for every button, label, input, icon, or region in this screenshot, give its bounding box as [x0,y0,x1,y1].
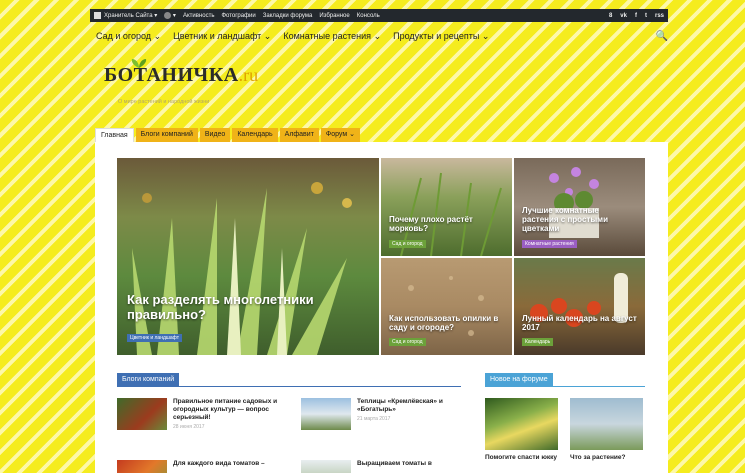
twitter-icon[interactable]: t [645,13,647,19]
post-thumbnail [301,460,351,473]
site-logo[interactable]: БОТАНИЧКА.ru [104,59,259,87]
forum-section-divider [485,386,645,387]
admin-activity-link[interactable]: Активность [183,13,215,19]
forum-topic[interactable]: Помогите спасти юкку [485,398,560,461]
post-title[interactable]: Правильное питание садовых и огородных к… [173,398,292,422]
vk-icon[interactable]: vk [620,13,627,19]
category-badge[interactable]: Комнатные растения [522,240,577,248]
admin-bar: Хранитель Сайта ▾ ▾ Активность Фотографи… [90,9,668,22]
blogs-section-header[interactable]: Блоги компаний [117,373,180,387]
featured-tile-main[interactable]: Как разделять многолетники правильно? Цв… [117,158,379,355]
category-badge[interactable]: Сад и огород [389,240,426,248]
rss-icon[interactable]: rss [655,13,664,19]
menu-item-recipes[interactable]: Продукты и рецепты ⌄ [393,31,489,42]
admin-favorites-link[interactable]: Избранное [319,13,349,19]
featured-title-main: Как разделять многолетники правильно? [127,292,314,322]
social-links: 8 vk f t rss [609,13,664,19]
admin-forum-bookmarks-link[interactable]: Закладки форума [263,13,313,19]
chevron-down-icon: ⌄ [153,30,162,41]
forum-topic[interactable]: Что за растение? [570,398,645,461]
featured-title-houseplants: Лучшие комнатные растения с простыми цве… [522,206,608,233]
post-date: 21 марта 2017 [357,416,391,422]
post-title[interactable]: Для каждого вида томатов – [173,460,265,468]
site-tagline: О мире растений и народной жизни [118,99,210,105]
featured-title-sawdust: Как использовать опилки в саду и огороде… [389,314,499,332]
forum-section-header[interactable]: Новое на форуме [485,373,553,387]
tab-calendar[interactable]: Календарь [232,128,278,142]
logo-text: БОТАНИЧКА [104,64,239,86]
chevron-down-icon: ⌄ [373,30,382,41]
menu-item-houseplants[interactable]: Комнатные растения ⌄ [283,31,381,42]
tab-video[interactable]: Видео [199,128,231,142]
topic-title: Помогите спасти юкку [485,454,557,461]
admin-console-link[interactable]: Консоль [357,13,380,19]
user-avatar-icon [164,11,172,19]
featured-title-carrot: Почему плохо растёт морковь? [389,215,473,233]
category-badge[interactable]: Сад и огород [389,338,426,346]
category-badge[interactable]: Календарь [522,338,554,346]
chevron-down-icon: ⌄ [349,131,355,138]
featured-tile-carrot[interactable]: Почему плохо растёт морковь? Сад и огоро… [381,158,512,256]
blogs-section-divider [117,386,461,387]
post-title[interactable]: Теплицы «Кремлёвская» и «Богатырь» [357,398,461,414]
blog-post[interactable]: Для каждого вида томатов – [117,460,292,473]
odnoklassniki-icon[interactable]: 8 [609,13,612,19]
post-title[interactable]: Выращиваем томаты в [357,460,432,468]
facebook-icon[interactable]: f [635,13,637,19]
post-thumbnail [117,398,167,430]
blog-post[interactable]: Выращиваем томаты в [301,460,461,473]
blog-post[interactable]: Правильное питание садовых и огородных к… [117,398,292,430]
post-thumbnail [117,460,167,473]
leaf-icon [131,59,147,68]
menu-item-flowers[interactable]: Цветник и ландшафт ⌄ [173,31,271,42]
logo-suffix: .ru [238,65,259,85]
topic-thumbnail [570,398,643,450]
main-menu: Сад и огород ⌄ Цветник и ландшафт ⌄ Комн… [96,28,668,44]
tab-alphabet[interactable]: Алфавит [279,128,319,142]
chevron-down-icon: ⌄ [481,30,490,41]
post-date: 28 июня 2017 [173,424,205,430]
section-tabs: Главная Блоги компаний Видео Календарь А… [95,128,360,142]
post-thumbnail [301,398,351,430]
tab-company-blogs[interactable]: Блоги компаний [135,128,198,142]
chevron-down-icon: ⌄ [263,30,272,41]
featured-tile-calendar[interactable]: Лунный календарь на август 2017 Календар… [514,258,645,355]
admin-site-link[interactable]: Хранитель Сайта ▾ [94,11,157,19]
blog-post[interactable]: Теплицы «Кремлёвская» и «Богатырь» 21 мар… [301,398,461,430]
topic-thumbnail [485,398,558,450]
menu-item-garden[interactable]: Сад и огород ⌄ [96,31,161,42]
featured-title-calendar: Лунный календарь на август 2017 [522,314,637,332]
featured-tile-houseplants[interactable]: Лучшие комнатные растения с простыми цве… [514,158,645,256]
category-badge[interactable]: Цветник и ландшафт [127,334,182,342]
tab-home[interactable]: Главная [95,128,134,142]
site-icon [94,11,101,19]
plant-photo [132,182,352,355]
admin-photos-link[interactable]: Фотографии [221,13,255,19]
search-icon[interactable]: 🔍 [656,31,668,42]
featured-tile-sawdust[interactable]: Как использовать опилки в саду и огороде… [381,258,512,355]
topic-title: Что за растение? [570,454,626,461]
content-area: Как разделять многолетники правильно? Цв… [95,142,668,473]
tab-forum[interactable]: Форум ⌄ [320,128,360,142]
admin-avatar[interactable]: ▾ [164,11,176,19]
